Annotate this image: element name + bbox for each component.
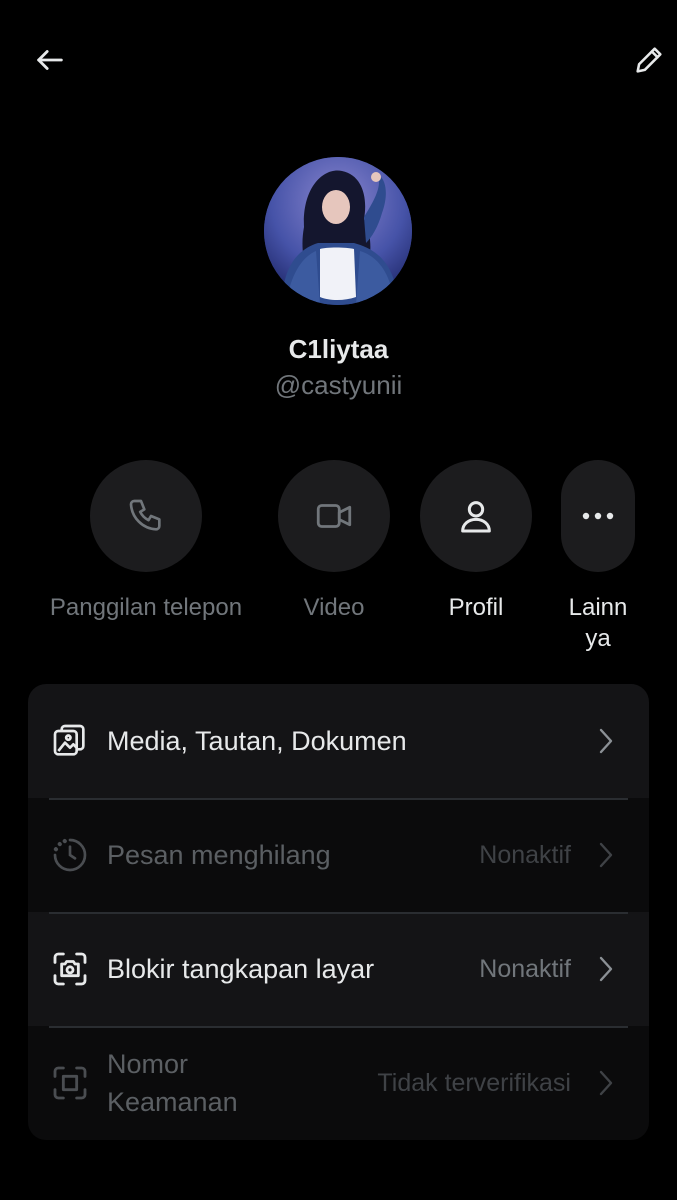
more-action[interactable]: Lainn ya: [561, 460, 635, 654]
profile-button[interactable]: [420, 460, 532, 572]
pencil-icon: [636, 47, 662, 73]
settings-row-label: Nomor Keamanan: [107, 1049, 238, 1117]
media-icon: [50, 721, 90, 761]
avatar-image: [264, 157, 412, 305]
more-button[interactable]: [561, 460, 635, 572]
chevron-right-icon: [589, 1067, 621, 1099]
profile-label: Profil: [448, 594, 504, 621]
display-name: C1liytaa: [288, 334, 389, 364]
screenshot-block-icon: [50, 949, 90, 989]
person-icon: [461, 501, 491, 533]
username-handle: @castyunii: [274, 370, 403, 400]
settings-row-value: Nonaktif: [479, 840, 571, 869]
more-label: Lainn ya: [568, 594, 628, 652]
chevron-right-icon: [589, 839, 621, 871]
call-button[interactable]: [90, 460, 202, 572]
phone-icon: [129, 499, 161, 531]
call-label: Panggilan telepon: [49, 594, 243, 621]
settings-row-label: Blokir tangkapan layar: [107, 954, 375, 984]
profile-action[interactable]: Profil: [420, 460, 532, 623]
settings-row-disappearing-messages[interactable]: Pesan menghilang Nonaktif: [28, 798, 649, 912]
timer-icon: [50, 835, 90, 875]
settings-row-value: Tidak terverifikasi: [377, 1068, 571, 1097]
edit-button[interactable]: [621, 32, 677, 88]
settings-row-media[interactable]: Media, Tautan, Dokumen: [28, 684, 649, 798]
more-icon: [582, 512, 614, 520]
conversation-settings-card: Media, Tautan, Dokumen Pesan menghilang …: [28, 684, 649, 1140]
call-action[interactable]: Panggilan telepon: [42, 460, 250, 623]
video-label: Video: [303, 594, 365, 621]
chevron-right-icon: [589, 725, 621, 757]
arrow-left-icon: [37, 50, 63, 70]
back-button[interactable]: [22, 32, 78, 88]
settings-row-label: Pesan menghilang: [107, 840, 331, 870]
security-number-icon: [50, 1063, 90, 1103]
settings-row-security-number[interactable]: Nomor Keamanan Tidak terverifikasi: [28, 1026, 649, 1140]
avatar[interactable]: [264, 157, 412, 305]
video-action[interactable]: Video: [278, 460, 390, 623]
video-icon: [316, 504, 352, 528]
settings-row-value: Nonaktif: [479, 954, 571, 983]
settings-row-label: Media, Tautan, Dokumen: [107, 726, 407, 756]
video-button[interactable]: [278, 460, 390, 572]
top-bar: [0, 32, 677, 88]
settings-row-screenshot-block[interactable]: Blokir tangkapan layar Nonaktif: [28, 912, 649, 1026]
chevron-right-icon: [589, 953, 621, 985]
